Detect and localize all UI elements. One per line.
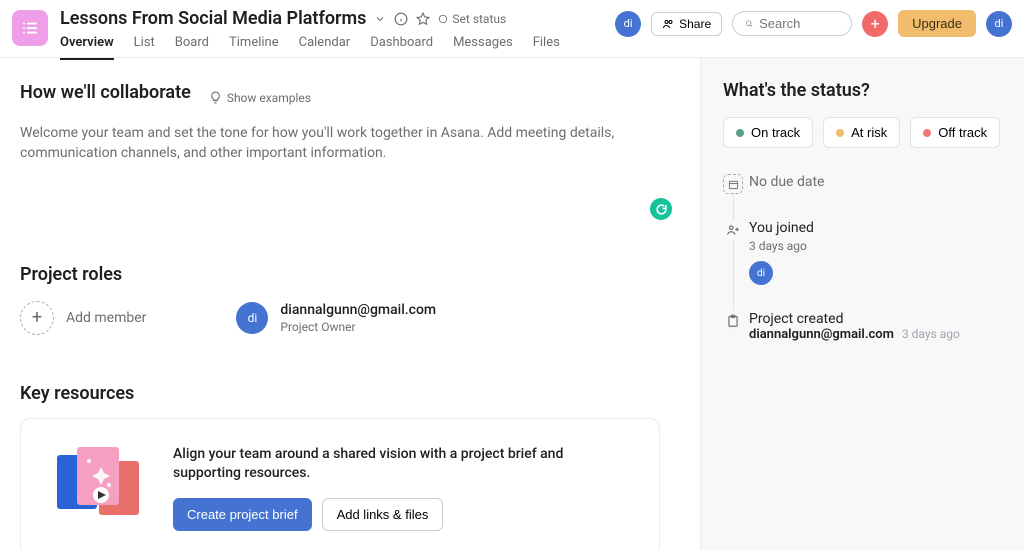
member-email: diannalgunn@gmail.com xyxy=(280,302,436,318)
member-role: Project Owner xyxy=(280,320,436,334)
show-examples-button[interactable]: Show examples xyxy=(209,91,311,105)
status-at-risk[interactable]: At risk xyxy=(823,117,900,148)
resources-blurb: Align your team around a shared vision w… xyxy=(173,445,629,484)
status-off-track[interactable]: Off track xyxy=(910,117,1000,148)
tab-calendar[interactable]: Calendar xyxy=(299,35,351,60)
tabs: Overview List Board Timeline Calendar Dashboa… xyxy=(60,35,615,60)
project-icon[interactable] xyxy=(12,10,48,46)
user-joined-icon xyxy=(723,220,743,240)
status-on-track[interactable]: On track xyxy=(723,117,813,148)
top-bar: Lessons From Social Media Platforms Set … xyxy=(0,0,1024,58)
status-sidebar: What's the status? On track At risk Off tr… xyxy=(700,58,1024,550)
plus-icon: + xyxy=(20,301,54,335)
created-ago: 3 days ago xyxy=(902,327,960,341)
clipboard-icon xyxy=(723,311,743,331)
set-status-button[interactable]: Set status xyxy=(438,12,506,26)
collaborate-placeholder[interactable]: Welcome your team and set the tone for h… xyxy=(20,123,620,164)
tab-dashboard[interactable]: Dashboard xyxy=(370,35,433,60)
brief-illustration-icon xyxy=(51,445,147,525)
tab-list[interactable]: List xyxy=(134,35,155,60)
create-brief-button[interactable]: Create project brief xyxy=(173,498,312,531)
create-button[interactable]: + xyxy=(862,11,888,37)
tab-messages[interactable]: Messages xyxy=(453,35,513,60)
resources-heading: Key resources xyxy=(20,383,672,404)
roles-heading: Project roles xyxy=(20,264,672,285)
add-member-button[interactable]: + Add member xyxy=(20,301,146,335)
tab-timeline[interactable]: Timeline xyxy=(229,35,279,60)
grammarly-icon[interactable] xyxy=(650,198,672,220)
tab-overview[interactable]: Overview xyxy=(60,35,114,60)
collaborate-heading: How we'll collaborate xyxy=(20,82,191,103)
tab-board[interactable]: Board xyxy=(175,35,209,60)
joined-avatar[interactable]: di xyxy=(749,261,773,285)
user-avatar[interactable]: di xyxy=(986,11,1012,37)
search-input[interactable] xyxy=(732,11,852,36)
status-heading: What's the status? xyxy=(723,80,1002,101)
main-content: How we'll collaborate Show examples Welc… xyxy=(0,58,700,550)
star-icon[interactable] xyxy=(416,12,430,26)
project-title[interactable]: Lessons From Social Media Platforms xyxy=(60,8,366,29)
share-button[interactable]: Share xyxy=(651,12,722,36)
search-icon xyxy=(745,17,753,30)
info-icon[interactable] xyxy=(394,12,408,26)
project-created-label: Project created xyxy=(749,311,1002,327)
chevron-down-icon[interactable] xyxy=(374,13,386,25)
resources-card: Align your team around a shared vision w… xyxy=(20,418,660,550)
joined-ago: 3 days ago xyxy=(749,239,1002,253)
member-avatar: di xyxy=(236,302,268,334)
scrollbar[interactable] xyxy=(700,58,701,88)
status-options: On track At risk Off track xyxy=(723,117,1002,148)
tab-files[interactable]: Files xyxy=(533,35,560,60)
calendar-icon xyxy=(723,174,743,194)
created-by-email: diannalgunn@gmail.com xyxy=(749,327,894,342)
upgrade-button[interactable]: Upgrade xyxy=(898,10,976,37)
no-due-date[interactable]: No due date xyxy=(749,174,1002,190)
add-links-button[interactable]: Add links & files xyxy=(322,498,444,531)
header-avatar[interactable]: di xyxy=(615,11,641,37)
project-member[interactable]: di diannalgunn@gmail.com Project Owner xyxy=(236,302,436,334)
you-joined-label: You joined xyxy=(749,220,1002,236)
lightbulb-icon xyxy=(209,91,222,104)
